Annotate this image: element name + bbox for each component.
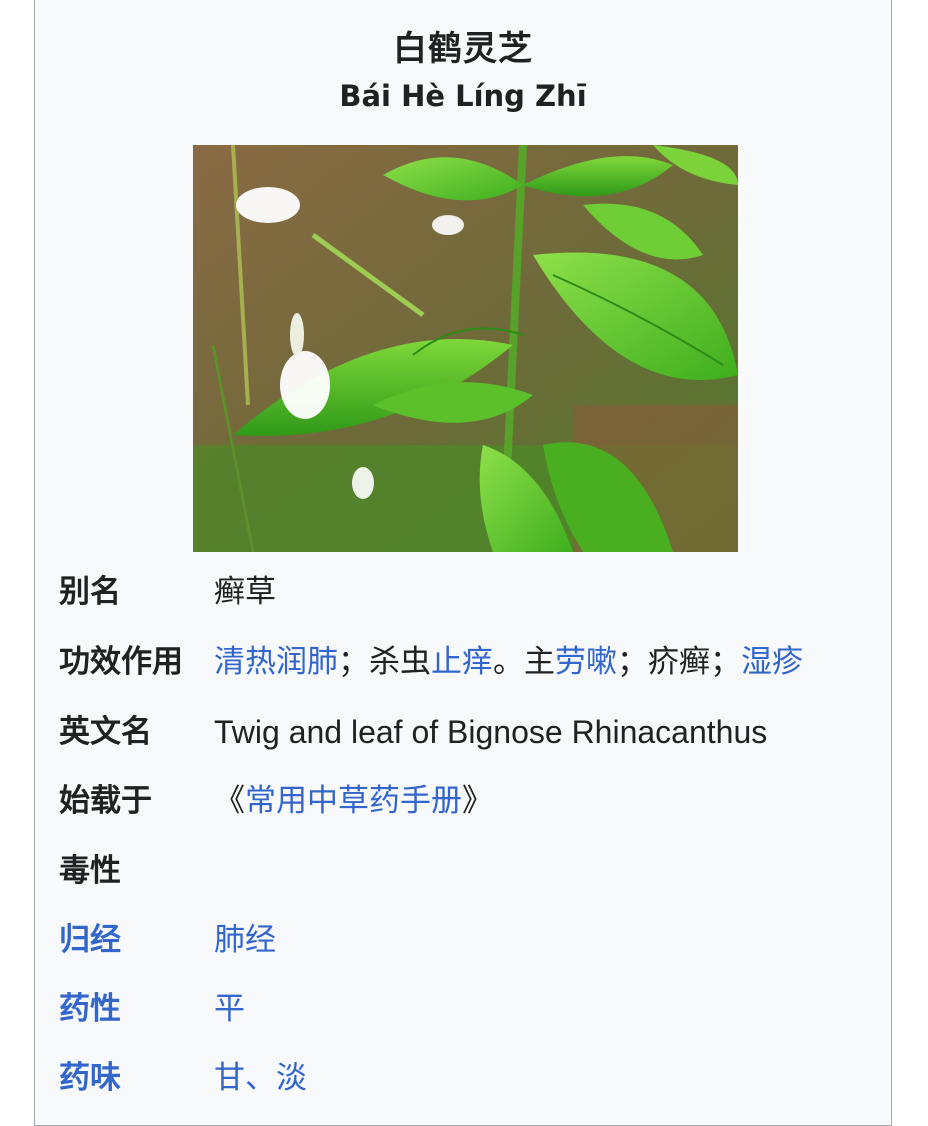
page-title: 白鹤灵芝 <box>393 29 533 69</box>
alias-label: 别名 <box>59 574 121 610</box>
first-recorded-value: 《常用中草药手册》 <box>214 779 493 823</box>
effect-link-clear-heat[interactable]: 清热润肺 <box>214 644 338 680</box>
english-name-label: 英文名 <box>59 714 152 750</box>
nature-label-link[interactable]: 药性 <box>59 987 121 1031</box>
pinyin-subtitle: Bái Hè Líng Zhī <box>339 79 587 113</box>
effect-link-eczema[interactable]: 湿疹 <box>741 644 803 680</box>
taste-value-link[interactable]: 甘、淡 <box>214 1056 307 1100</box>
effect-link-cough[interactable]: 劳嗽 <box>555 644 617 680</box>
effect-text: 。主 <box>493 644 555 680</box>
alias-value: 癣草 <box>214 574 276 610</box>
first-recorded-label: 始载于 <box>59 783 152 819</box>
english-name-value: Twig and leaf of Bignose Rhinacanthus <box>214 714 768 750</box>
taste-label-link[interactable]: 药味 <box>59 1056 121 1100</box>
effect-text: ；疥癣； <box>617 644 741 680</box>
infobox-card: 白鹤灵芝 Bái Hè Líng Zhī 别名 癣草 功效作用 清热润肺；杀虫止… <box>34 0 892 1126</box>
plant-photo[interactable] <box>193 145 738 552</box>
meridian-value-link[interactable]: 肺经 <box>214 918 276 962</box>
effect-link-anti-itch[interactable]: 止痒 <box>431 644 493 680</box>
book-link[interactable]: 常用中草药手册 <box>245 783 462 819</box>
bracket-open: 《 <box>214 783 245 819</box>
effects-label: 功效作用 <box>59 644 183 680</box>
meridian-label-link[interactable]: 归经 <box>59 918 121 962</box>
toxicity-label: 毒性 <box>59 853 121 889</box>
nature-value-link[interactable]: 平 <box>214 987 245 1031</box>
bracket-close: 》 <box>462 783 493 819</box>
effects-value: 清热润肺；杀虫止痒。主劳嗽；疥癣；湿疹 <box>214 640 803 684</box>
plant-photo-graphic <box>193 145 738 552</box>
effect-text: ；杀虫 <box>338 644 431 680</box>
